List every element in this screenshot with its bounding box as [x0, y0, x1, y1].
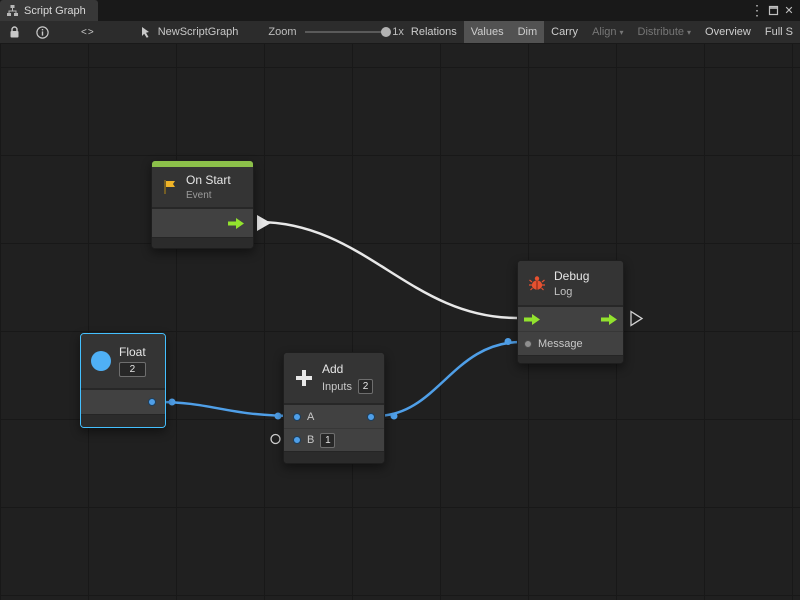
- toolbar-buttons: Relations Values Dim Carry Align ▾ Distr…: [404, 21, 800, 43]
- window-menu-icon[interactable]: ⋮: [749, 0, 765, 21]
- flow-output-hint-triangle: [631, 312, 642, 326]
- node-header: Float 2: [81, 334, 165, 388]
- wire-value-add-to-message[interactable]: [376, 342, 521, 416]
- window-float-icon[interactable]: [765, 0, 781, 21]
- lock-icon: [9, 26, 20, 39]
- node-debug-log[interactable]: Debug Log Message: [517, 260, 624, 364]
- carry-button[interactable]: Carry: [544, 21, 585, 43]
- graph-breadcrumb[interactable]: NewScriptGraph: [140, 26, 239, 38]
- node-footer: [518, 355, 623, 363]
- node-header: Debug Log: [518, 261, 623, 305]
- node-subtitle: Event: [186, 190, 231, 201]
- pointer-icon: [140, 26, 152, 38]
- overview-button[interactable]: Overview: [698, 21, 758, 43]
- node-title: Add: [322, 362, 373, 376]
- port-label: A: [307, 411, 314, 423]
- port-row: Message: [518, 331, 623, 355]
- chevron-down-icon: ▾: [687, 28, 691, 37]
- zoom-value: 1x: [392, 26, 404, 38]
- relations-button[interactable]: Relations: [404, 21, 464, 43]
- node-footer: [152, 237, 253, 248]
- node-add[interactable]: Add Inputs 2 A B 1: [283, 352, 385, 464]
- dim-button[interactable]: Dim: [511, 21, 545, 43]
- zoom-slider[interactable]: [305, 21, 387, 44]
- port-row: [152, 209, 253, 237]
- edit-source-button[interactable]: <>: [78, 21, 98, 43]
- port-row: [81, 390, 165, 414]
- flow-input-port[interactable]: [524, 314, 540, 325]
- float-icon: [91, 351, 111, 371]
- port-label: B: [307, 434, 314, 446]
- message-input-port[interactable]: [524, 340, 532, 348]
- graph-toolbar: <> NewScriptGraph Zoom 1x Relations Valu…: [0, 21, 800, 44]
- wire-endpoint-dot: [275, 413, 282, 420]
- node-header: Add Inputs 2: [284, 353, 384, 403]
- code-icon: <>: [81, 27, 95, 38]
- port-row: [518, 307, 623, 331]
- node-header: On Start Event: [152, 167, 253, 207]
- wire-endpoint-dot: [391, 413, 398, 420]
- wires-layer: [0, 44, 800, 600]
- node-title: Debug: [554, 269, 589, 283]
- titlebar: Script Graph ⋮ ✕: [0, 0, 800, 21]
- port-row: A: [284, 405, 384, 428]
- inputs-label: Inputs: [322, 381, 352, 393]
- inputs-count-field[interactable]: 2: [358, 379, 373, 394]
- flow-output-port[interactable]: [228, 218, 244, 229]
- value-input-hint-circle: [271, 435, 280, 444]
- flow-source-triangle: [257, 215, 271, 231]
- node-on-start[interactable]: On Start Event: [151, 160, 254, 249]
- inspect-button[interactable]: [33, 21, 52, 43]
- flow-output-port[interactable]: [601, 314, 617, 325]
- zoom-slider-track[interactable]: [305, 31, 387, 33]
- distribute-button[interactable]: Distribute ▾: [631, 21, 698, 43]
- node-float[interactable]: Float 2: [80, 333, 166, 428]
- fullscreen-button[interactable]: Full S: [758, 21, 800, 43]
- bug-icon: [528, 274, 546, 292]
- flag-icon: [162, 179, 178, 195]
- node-footer: [81, 414, 165, 427]
- add-input-b-port[interactable]: [293, 436, 301, 444]
- node-subtitle: Log: [554, 286, 589, 298]
- zoom-slider-handle[interactable]: [381, 27, 391, 37]
- titlebar-spacer: [98, 0, 749, 21]
- script-graph-icon: [6, 4, 19, 17]
- node-title: On Start: [186, 173, 231, 187]
- graph-name-label: NewScriptGraph: [158, 26, 239, 38]
- wire-endpoint-dot: [505, 338, 512, 345]
- tab-script-graph[interactable]: Script Graph: [0, 0, 98, 21]
- node-footer: [284, 451, 384, 463]
- values-button[interactable]: Values: [464, 21, 511, 43]
- plus-icon: [294, 368, 314, 388]
- port-label: Message: [538, 338, 583, 350]
- float-value-field[interactable]: 2: [119, 362, 146, 377]
- add-output-port[interactable]: [367, 413, 375, 421]
- graph-canvas[interactable]: On Start Event: [0, 44, 800, 600]
- align-button[interactable]: Align ▾: [585, 21, 630, 43]
- wire-flow-onstart-to-debuglog[interactable]: [258, 222, 517, 318]
- tab-title: Script Graph: [24, 5, 86, 17]
- unity-script-graph-window: Script Graph ⋮ ✕ <>: [0, 0, 800, 600]
- info-icon: [36, 26, 49, 39]
- node-title: Float: [119, 345, 146, 359]
- zoom-label: Zoom: [268, 26, 296, 38]
- port-row: B 1: [284, 428, 384, 451]
- float-output-port[interactable]: [148, 398, 156, 406]
- window-close-icon[interactable]: ✕: [781, 0, 797, 21]
- wire-endpoint-dot: [169, 399, 176, 406]
- maximize-icon: [768, 5, 779, 16]
- add-b-value-field[interactable]: 1: [320, 433, 335, 448]
- lock-button[interactable]: [6, 21, 23, 43]
- add-input-a-port[interactable]: [293, 413, 301, 421]
- chevron-down-icon: ▾: [620, 28, 624, 37]
